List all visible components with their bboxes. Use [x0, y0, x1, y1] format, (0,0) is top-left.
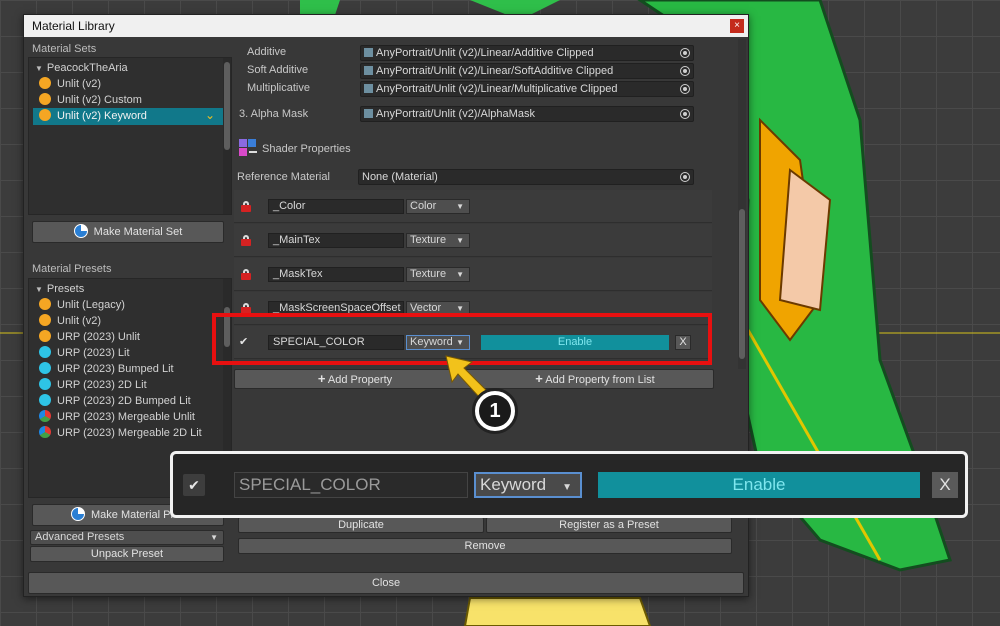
- add-property-from-list-button[interactable]: + Add Property from List: [475, 370, 715, 388]
- material-dot-icon: [39, 93, 51, 105]
- object-picker-icon[interactable]: [680, 48, 690, 58]
- plus-icon: +: [535, 371, 543, 386]
- window-close-icon[interactable]: ×: [730, 19, 744, 33]
- alpha-mask-label: 3. Alpha Mask: [239, 108, 309, 120]
- material-dot-icon: [39, 109, 51, 121]
- dropdown-caret-icon: ▼: [456, 236, 464, 245]
- zoom-type-dropdown[interactable]: Keyword ▼: [474, 472, 582, 498]
- scrollbar-thumb[interactable]: [224, 62, 230, 150]
- shader-file-icon: [364, 66, 373, 75]
- callout-number-badge: 1: [472, 388, 518, 434]
- zoom-enable-toggle[interactable]: Enable: [598, 472, 920, 498]
- shader-field[interactable]: AnyPortrait/Unlit (v2)/Linear/Additive C…: [360, 45, 694, 61]
- shader-properties-title: Shader Properties: [262, 143, 351, 155]
- preset-item[interactable]: URP (2023) Unlit: [39, 329, 140, 345]
- blend-label: Additive: [247, 46, 287, 58]
- duplicate-button[interactable]: Duplicate: [238, 517, 484, 533]
- property-row: _MainTex Texture ▼: [234, 224, 712, 257]
- property-name-field[interactable]: _Color: [268, 199, 404, 214]
- advanced-presets-dropdown[interactable]: Advanced Presets ▼: [30, 530, 224, 545]
- property-row: _MaskTex Texture ▼: [234, 258, 712, 291]
- zoom-remove-button[interactable]: X: [932, 472, 958, 498]
- reference-material-label: Reference Material: [237, 171, 330, 183]
- shader-field[interactable]: AnyPortrait/Unlit (v2)/Linear/SoftAdditi…: [360, 63, 694, 79]
- lock-icon[interactable]: [241, 303, 251, 314]
- blend-label: Multiplicative: [247, 82, 310, 94]
- dropdown-caret-icon: ▼: [562, 482, 572, 493]
- property-name-field[interactable]: _MainTex: [268, 233, 404, 248]
- preset-item[interactable]: Unlit (Legacy): [39, 297, 125, 313]
- object-picker-icon[interactable]: [680, 84, 690, 94]
- material-presets-label: Material Presets: [32, 263, 112, 275]
- add-property-button[interactable]: + Add Property: [235, 370, 475, 388]
- material-dot-icon: [39, 346, 51, 358]
- preset-item[interactable]: URP (2023) 2D Lit: [39, 377, 147, 393]
- lock-icon[interactable]: [241, 269, 251, 280]
- material-dot-icon: [39, 314, 51, 326]
- zoom-name-field[interactable]: SPECIAL_COLOR: [234, 472, 468, 498]
- alpha-mask-shader-field[interactable]: AnyPortrait/Unlit (v2)/AlphaMask: [360, 106, 694, 122]
- shader-file-icon: [364, 109, 373, 118]
- scrollbar-thumb[interactable]: [739, 209, 745, 359]
- set-item[interactable]: Unlit (v2) Custom: [39, 92, 142, 108]
- zoomed-keyword-row: ✔ SPECIAL_COLOR Keyword ▼ Enable X: [170, 451, 968, 518]
- object-picker-icon[interactable]: [680, 109, 690, 119]
- dropdown-caret-icon: ▼: [456, 270, 464, 279]
- preset-item[interactable]: URP (2023) Mergeable 2D Lit: [39, 425, 202, 441]
- shader-properties-icon: [239, 139, 257, 157]
- material-dot-icon: [39, 298, 51, 310]
- object-picker-icon[interactable]: [680, 172, 690, 182]
- property-row: _Color Color ▼: [234, 190, 712, 223]
- dropdown-caret-icon: ▼: [210, 533, 218, 542]
- right-panel-scrollbar[interactable]: [738, 39, 746, 369]
- make-material-set-button[interactable]: Make Material Set: [32, 221, 224, 243]
- shader-file-icon: [364, 84, 373, 93]
- chevron-down-icon[interactable]: ⌄: [205, 108, 215, 122]
- material-dot-icon: [39, 77, 51, 89]
- reference-material-field[interactable]: None (Material): [358, 169, 694, 185]
- mergeable-dot-icon: [39, 410, 51, 422]
- plus-icon: +: [317, 371, 326, 386]
- expand-triangle-icon[interactable]: ▼: [35, 61, 43, 77]
- window-titlebar: Material Library ×: [24, 15, 748, 37]
- presets-root-node[interactable]: ▼ Presets: [35, 281, 84, 297]
- mergeable-dot-icon: [39, 426, 51, 438]
- shader-file-icon: [364, 48, 373, 57]
- preset-item[interactable]: URP (2023) Mergeable Unlit: [39, 409, 195, 425]
- register-preset-button[interactable]: Register as a Preset: [486, 517, 732, 533]
- blend-label: Soft Additive: [247, 64, 309, 76]
- close-button[interactable]: Close: [28, 572, 744, 594]
- property-type-dropdown[interactable]: Color ▼: [406, 199, 470, 214]
- material-sets-label: Material Sets: [32, 43, 97, 55]
- property-type-dropdown[interactable]: Texture ▼: [406, 267, 470, 282]
- object-picker-icon[interactable]: [680, 66, 690, 76]
- property-name-field[interactable]: _MaskTex: [268, 267, 404, 282]
- checkmark-icon[interactable]: ✔: [183, 474, 205, 496]
- material-dot-icon: [39, 330, 51, 342]
- sets-scrollbar[interactable]: [223, 58, 231, 214]
- unpack-preset-button[interactable]: Unpack Preset: [30, 546, 224, 562]
- preset-item[interactable]: Unlit (v2): [39, 313, 101, 329]
- material-icon: [71, 507, 85, 521]
- preset-item[interactable]: URP (2023) 2D Bumped Lit: [39, 393, 191, 409]
- material-dot-icon: [39, 378, 51, 390]
- set-item[interactable]: Unlit (v2): [39, 76, 101, 92]
- remove-button[interactable]: Remove: [238, 538, 732, 554]
- material-sets-list: ▼ PeacockTheAria Unlit (v2) Unlit (v2) Cu…: [28, 57, 232, 215]
- preset-item[interactable]: URP (2023) Bumped Lit: [39, 361, 174, 377]
- window-title: Material Library: [32, 19, 115, 33]
- material-dot-icon: [39, 394, 51, 406]
- shader-field[interactable]: AnyPortrait/Unlit (v2)/Linear/Multiplica…: [360, 81, 694, 97]
- lock-icon[interactable]: [241, 235, 251, 246]
- material-dot-icon: [39, 362, 51, 374]
- dropdown-caret-icon: ▼: [456, 202, 464, 211]
- sets-root-node[interactable]: ▼ PeacockTheAria: [35, 60, 128, 76]
- expand-triangle-icon[interactable]: ▼: [35, 282, 43, 298]
- material-icon: [73, 224, 88, 238]
- set-item-selected[interactable]: Unlit (v2) Keyword: [39, 108, 147, 124]
- preset-item[interactable]: URP (2023) Lit: [39, 345, 130, 361]
- property-type-dropdown[interactable]: Texture ▼: [406, 233, 470, 248]
- lock-icon[interactable]: [241, 201, 251, 212]
